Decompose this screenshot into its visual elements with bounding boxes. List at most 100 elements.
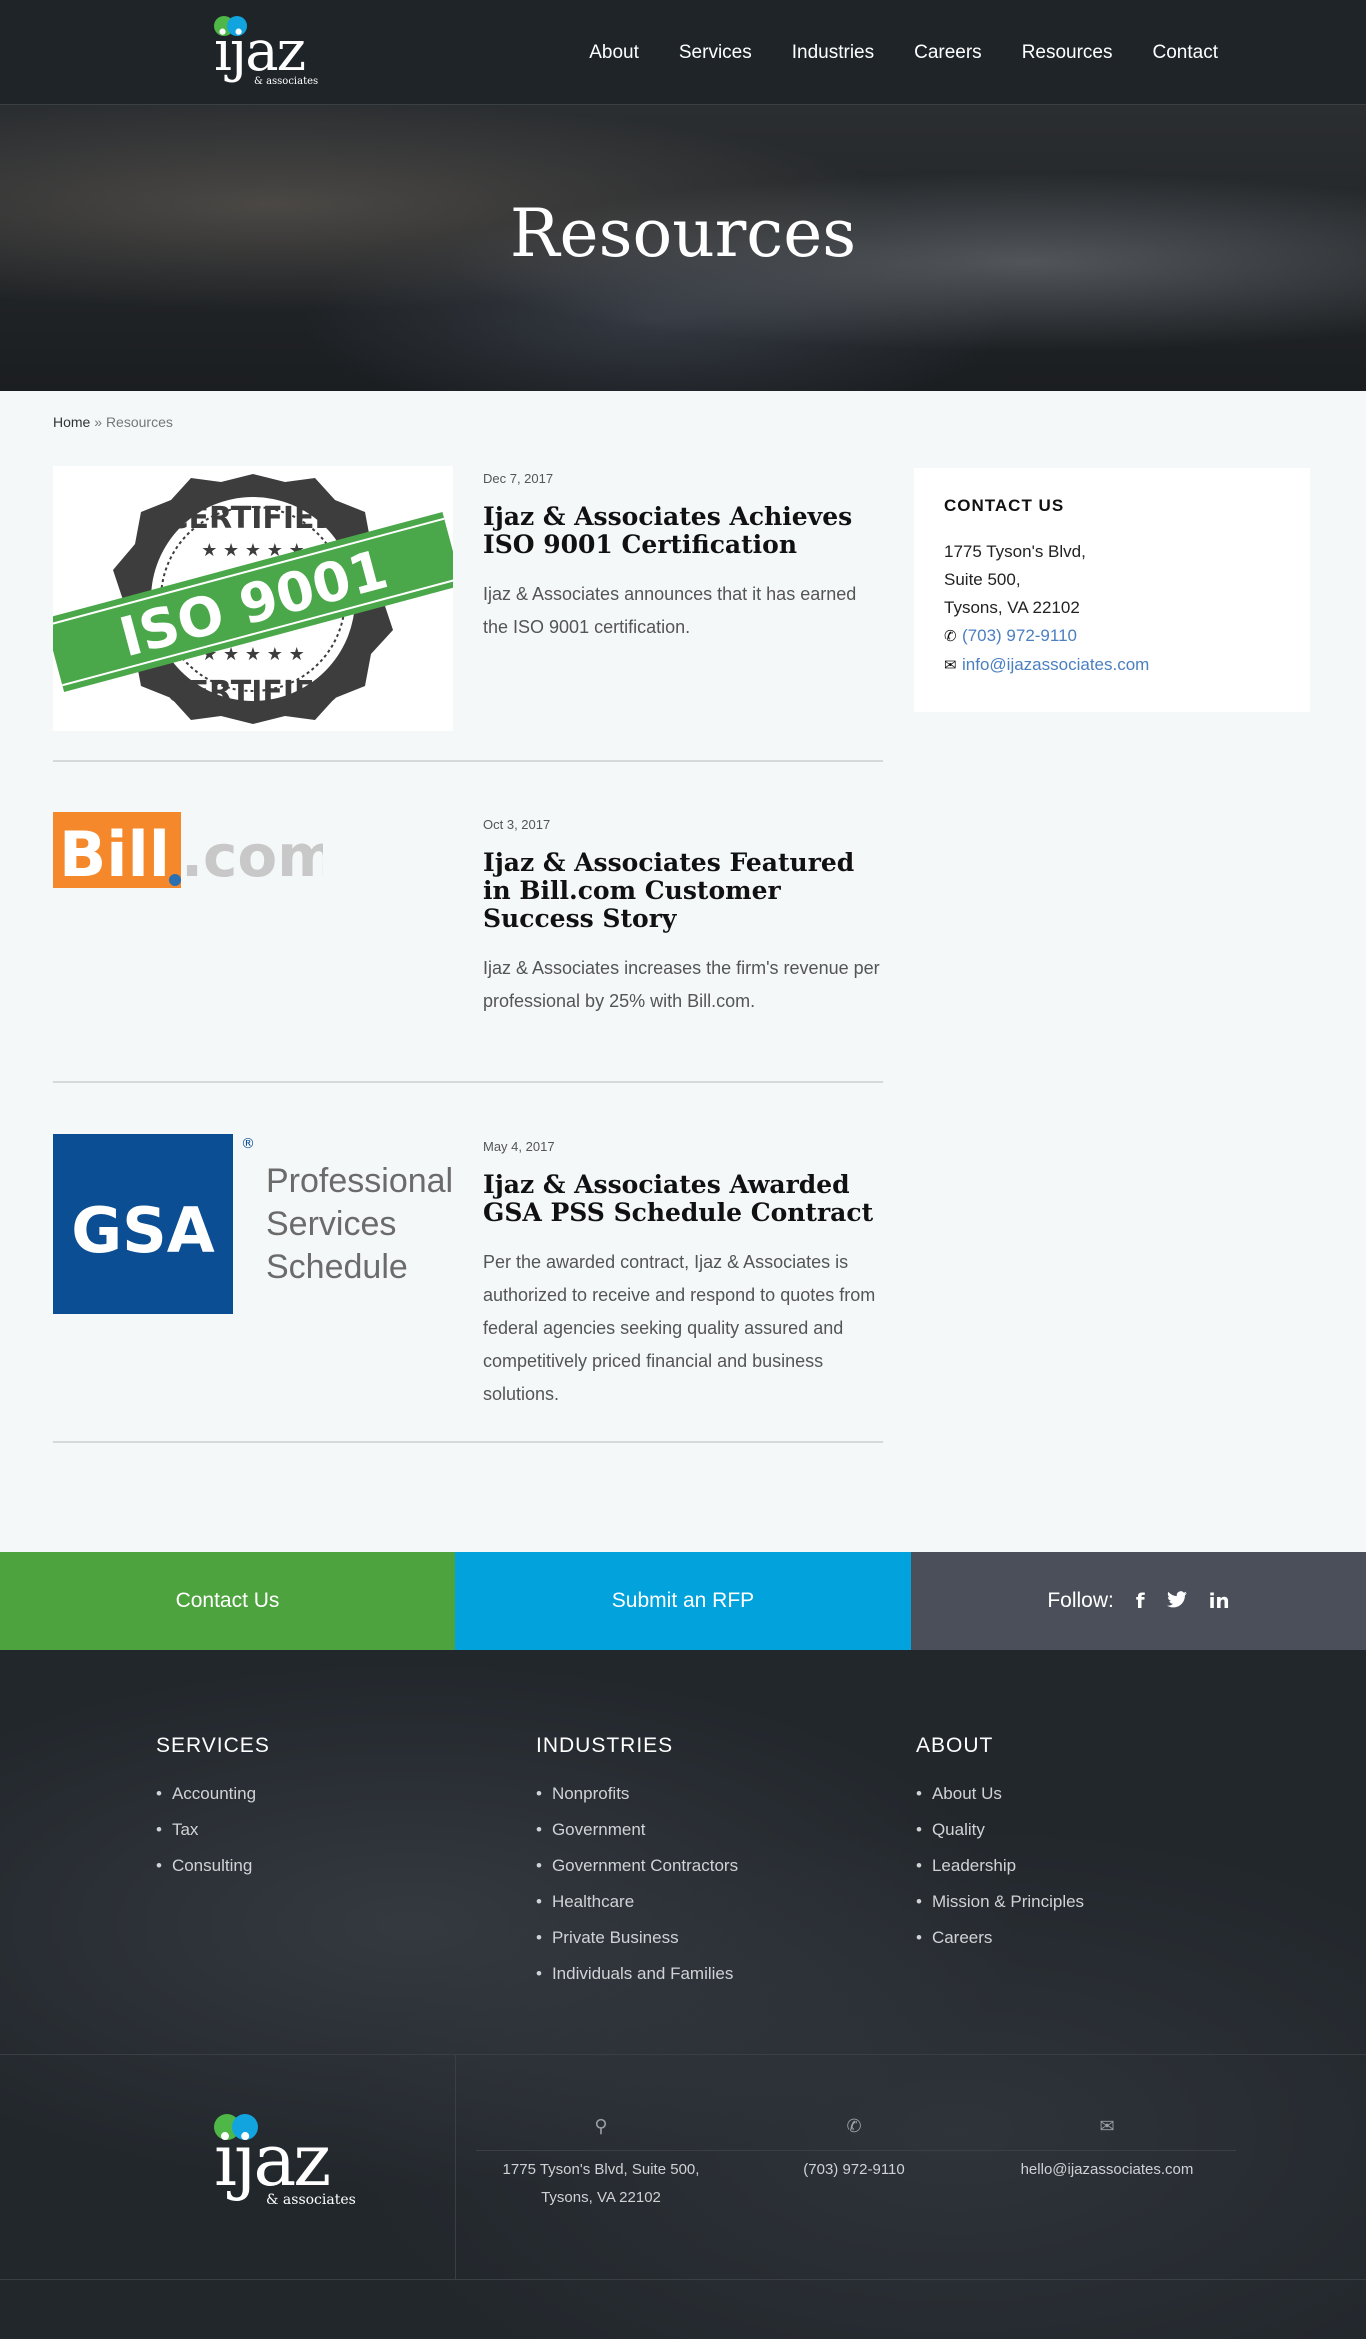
footer-about-heading: ABOUT <box>916 1734 994 1757</box>
footer-phone: ✆ (703) 972-9110 <box>764 2112 944 2184</box>
footer-link-tax[interactable]: Tax <box>156 1812 270 1848</box>
svg-text:Services: Services <box>266 1205 396 1243</box>
footer-divider <box>0 2054 1366 2055</box>
svg-text:Schedule: Schedule <box>266 1248 408 1286</box>
post-title[interactable]: Ijaz & Associates Featured in Bill.com C… <box>483 849 883 933</box>
footer-address-line1: 1775 Tyson's Blvd, Suite 500, <box>502 2161 700 2178</box>
footer-link-consulting[interactable]: Consulting <box>156 1848 270 1884</box>
submit-rfp-button[interactable]: Submit an RFP <box>455 1552 911 1650</box>
footer-link-healthcare[interactable]: Healthcare <box>536 1884 738 1920</box>
nav-services[interactable]: Services <box>679 42 752 64</box>
footer-logo-sub: & associates <box>266 2192 356 2208</box>
footer-logo[interactable]: ijaz & associates <box>214 2112 364 2222</box>
contact-email-link[interactable]: info@ijazassociates.com <box>962 655 1149 674</box>
post-divider <box>53 1081 883 1083</box>
footer-industries-heading: INDUSTRIES <box>536 1734 674 1757</box>
post-date: Oct 3, 2017 <box>483 817 551 832</box>
svg-text:.com: .com <box>181 822 323 890</box>
bill-com-logo: Bill .com <box>53 812 338 891</box>
follow-bar: Follow: f in <box>911 1552 1366 1650</box>
post-item: GSA ® Professional Services Schedule May… <box>53 1134 883 1434</box>
breadcrumb: Home » Resources <box>53 414 173 430</box>
phone-icon: ✆ <box>846 2116 862 2136</box>
phone-icon: ✆ <box>944 628 957 645</box>
main-nav: About Services Industries Careers Resour… <box>549 42 1218 64</box>
breadcrumb-separator: » <box>94 414 103 430</box>
footer-link-government-contractors[interactable]: Government Contractors <box>536 1848 738 1884</box>
breadcrumb-current: Resources <box>105 414 173 430</box>
contact-email-row: ✉ info@ijazassociates.com <box>944 651 1280 680</box>
contact-phone-link[interactable]: (703) 972-9110 <box>962 626 1077 645</box>
footer-vertical-divider <box>455 2054 456 2279</box>
post-item: Bill .com Oct 3, 2017 Ijaz & Associates … <box>53 812 883 1062</box>
footer-logo-word: ijaz <box>214 2118 331 2202</box>
follow-label: Follow: <box>1047 1589 1114 1612</box>
post-divider <box>53 1441 883 1443</box>
footer-link-quality[interactable]: Quality <box>916 1812 1084 1848</box>
footer-services-heading: SERVICES <box>156 1734 270 1757</box>
contact-address-line2: Suite 500, <box>944 570 1021 589</box>
post-divider <box>53 760 883 762</box>
nav-contact[interactable]: Contact <box>1153 42 1218 64</box>
post-title[interactable]: Ijaz & Associates Achieves ISO 9001 Cert… <box>483 503 883 559</box>
site-footer: SERVICES Accounting Tax Consulting INDUS… <box>0 1650 1366 2339</box>
footer-link-government[interactable]: Government <box>536 1812 738 1848</box>
post-item: CERTIFIED CERTIFIED ★ ★ ★ ★ ★ ★ ★ ★ ★ ★ … <box>44 466 883 738</box>
nav-careers[interactable]: Careers <box>914 42 982 64</box>
footer-address: ⚲ 1775 Tyson's Blvd, Suite 500, Tysons, … <box>485 2112 717 2212</box>
post-date: May 4, 2017 <box>483 1139 555 1154</box>
contact-widget-heading: CONTACT US <box>944 496 1065 515</box>
post-excerpt: Per the awarded contract, Ijaz & Associa… <box>483 1252 876 1404</box>
footer-info-divider <box>476 2150 1236 2151</box>
logo-word: ijaz <box>214 19 306 84</box>
footer-about: ABOUT About Us Quality Leadership Missio… <box>916 1734 1084 1956</box>
breadcrumb-home[interactable]: Home <box>53 414 90 430</box>
footer-industries: INDUSTRIES Nonprofits Government Governm… <box>536 1734 738 1992</box>
svg-text:CERTIFIED: CERTIFIED <box>167 675 340 710</box>
footer-link-private-business[interactable]: Private Business <box>536 1920 738 1956</box>
post-thumbnail-bill[interactable]: Bill .com <box>53 812 453 892</box>
post-date: Dec 7, 2017 <box>483 471 554 486</box>
contact-phone-row: ✆ (703) 972-9110 <box>944 622 1280 651</box>
post-excerpt: Ijaz & Associates increases the firm's r… <box>483 958 880 1011</box>
svg-text:CERTIFIED: CERTIFIED <box>167 501 340 536</box>
facebook-icon[interactable]: f <box>1136 1589 1145 1613</box>
contact-widget: CONTACT US 1775 Tyson's Blvd, Suite 500,… <box>914 468 1310 712</box>
footer-link-leadership[interactable]: Leadership <box>916 1848 1084 1884</box>
footer-email: ✉ hello@ijazassociates.com <box>996 2112 1218 2184</box>
post-excerpt: Ijaz & Associates announces that it has … <box>483 584 857 637</box>
logo-sub: & associates <box>254 76 319 87</box>
svg-text:®: ® <box>241 1136 255 1152</box>
map-pin-icon: ⚲ <box>594 2116 608 2136</box>
post-title[interactable]: Ijaz & Associates Awarded GSA PSS Schedu… <box>483 1171 883 1227</box>
footer-email-link[interactable]: hello@ijazassociates.com <box>1021 2161 1194 2178</box>
footer-link-careers[interactable]: Careers <box>916 1920 1084 1956</box>
footer-link-mission[interactable]: Mission & Principles <box>916 1884 1084 1920</box>
site-logo[interactable]: ijaz & associates <box>214 14 324 94</box>
gsa-schedule-logo: GSA ® Professional Services Schedule <box>53 1134 453 1314</box>
post-thumbnail-gsa[interactable]: GSA ® Professional Services Schedule <box>53 1134 453 1314</box>
post-thumbnail-iso[interactable]: CERTIFIED CERTIFIED ★ ★ ★ ★ ★ ★ ★ ★ ★ ★ … <box>44 466 463 731</box>
site-header: ijaz & associates About Services Industr… <box>0 0 1366 105</box>
nav-industries[interactable]: Industries <box>792 42 874 64</box>
twitter-icon[interactable] <box>1166 1589 1187 1613</box>
footer-phone-link[interactable]: (703) 972-9110 <box>803 2161 904 2178</box>
footer-services: SERVICES Accounting Tax Consulting <box>156 1734 270 1884</box>
footer-divider <box>0 2279 1366 2280</box>
contact-address-line3: Tysons, VA 22102 <box>944 598 1080 617</box>
nav-resources[interactable]: Resources <box>1022 42 1113 64</box>
svg-text:Bill: Bill <box>59 818 170 891</box>
footer-link-accounting[interactable]: Accounting <box>156 1776 270 1812</box>
envelope-icon: ✉ <box>944 657 957 674</box>
hero-banner: Resources <box>0 105 1366 391</box>
footer-address-line2: Tysons, VA 22102 <box>541 2189 661 2206</box>
nav-about[interactable]: About <box>589 42 639 64</box>
footer-link-individuals-families[interactable]: Individuals and Families <box>536 1956 738 1992</box>
iso-certified-badge: CERTIFIED CERTIFIED ★ ★ ★ ★ ★ ★ ★ ★ ★ ★ … <box>44 466 463 731</box>
footer-link-nonprofits[interactable]: Nonprofits <box>536 1776 738 1812</box>
linkedin-icon[interactable]: in <box>1209 1589 1230 1613</box>
page-title: Resources <box>509 195 857 272</box>
footer-link-about-us[interactable]: About Us <box>916 1776 1084 1812</box>
contact-us-button[interactable]: Contact Us <box>0 1552 455 1650</box>
envelope-icon: ✉ <box>1099 2116 1115 2136</box>
